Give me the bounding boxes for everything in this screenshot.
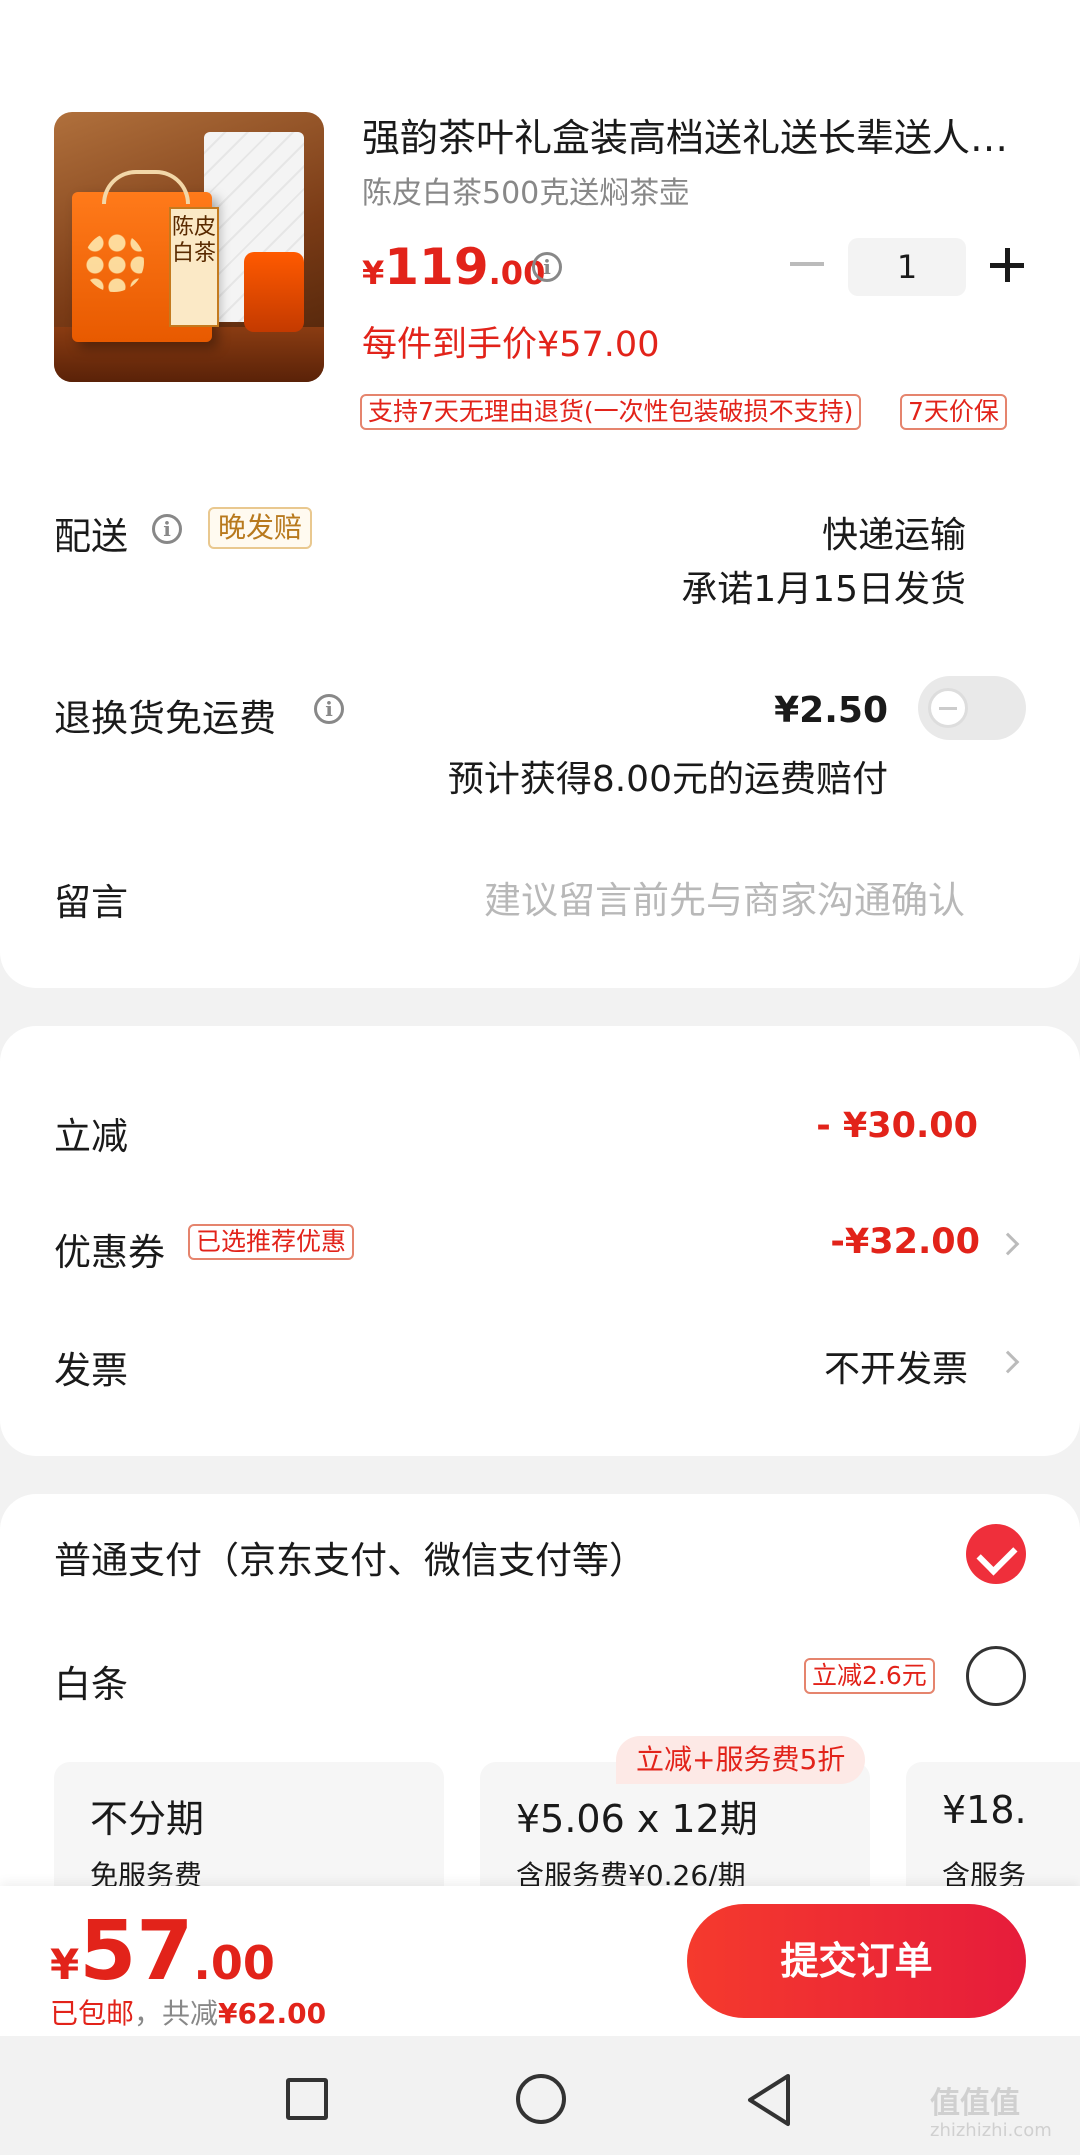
unit-price: 每件到手价¥57.00: [362, 325, 660, 365]
normal-payment-check-icon[interactable]: [966, 1524, 1026, 1584]
watermark-logo: 值值值: [930, 2086, 1020, 2121]
return-policy-tag: 支持7天无理由退货(一次性包装破损不支持): [360, 394, 862, 430]
return-shipping-toggle[interactable]: [918, 676, 1026, 740]
back-icon[interactable]: [744, 2072, 794, 2128]
coupon-amount[interactable]: -¥32.00: [830, 1222, 980, 1262]
message-input[interactable]: 建议留言前先与商家沟通确认: [484, 870, 965, 924]
baitiao-radio[interactable]: [966, 1646, 1026, 1706]
delivery-info-icon[interactable]: i: [152, 514, 182, 544]
saved-amount: ¥62.00: [218, 1997, 327, 2030]
baitiao-discount-badge: 立减2.6元: [804, 1658, 935, 1694]
instant-discount-label: 立减: [54, 1115, 128, 1158]
plan-main: ¥5.06 x 12期: [516, 1797, 758, 1841]
coupon-badge: 已选推荐优惠: [188, 1224, 355, 1260]
total-currency: ¥: [50, 1940, 80, 1989]
return-shipping-info-icon[interactable]: i: [314, 694, 344, 724]
return-shipping-price: ¥2.50: [774, 690, 888, 731]
late-delivery-badge: 晚发赔: [208, 507, 313, 549]
plan-promo-badge: 立减+服务费5折: [616, 1736, 866, 1784]
instant-discount-amount: - ¥30.00: [816, 1106, 978, 1146]
watermark-site: zhizhizhi.com: [930, 2120, 1052, 2141]
return-shipping-label: 退换货免运费: [54, 697, 276, 740]
home-icon[interactable]: [516, 2074, 566, 2124]
summary-separator: ，: [134, 1997, 163, 2030]
price-protect-tag: 7天价保: [900, 394, 1007, 430]
submit-order-button[interactable]: 提交订单: [687, 1904, 1026, 2018]
coupon-label[interactable]: 优惠券: [54, 1222, 165, 1276]
delivery-promise: 承诺1月15日发货: [681, 569, 966, 610]
recent-apps-icon[interactable]: [286, 2078, 328, 2120]
toggle-knob: [928, 688, 968, 728]
image-label: 陈皮白茶: [169, 207, 219, 327]
total-integer: 57: [79, 1904, 194, 1999]
baitiao-label[interactable]: 白条: [54, 1654, 128, 1708]
delivery-method[interactable]: 快递运输: [822, 506, 966, 558]
total-price: ¥57.00: [50, 1904, 275, 1999]
price-info-icon[interactable]: i: [532, 252, 562, 282]
product-subtitle: 陈皮白茶500克送焖茶壶: [362, 176, 690, 211]
price-integer: 119: [384, 238, 489, 296]
plan-main: 不分期: [90, 1797, 205, 1841]
message-label: 留言: [54, 881, 128, 924]
saved-label: 共减: [162, 1997, 219, 2030]
image-jar: [244, 252, 304, 332]
delivery-label: 配送: [54, 515, 128, 558]
shipping-note: 已包邮: [50, 1997, 135, 2030]
product-price: ¥119.00: [362, 238, 545, 296]
product-image[interactable]: 陈皮白茶: [54, 112, 324, 382]
quantity-minus-button[interactable]: [790, 262, 824, 266]
quantity-input[interactable]: 1: [848, 238, 966, 296]
product-title[interactable]: 强韵茶叶礼盒装高档送礼送长辈送人…: [362, 114, 1032, 162]
normal-payment-label[interactable]: 普通支付（京东支付、微信支付等）: [54, 1530, 646, 1584]
price-currency: ¥: [362, 254, 385, 292]
total-summary[interactable]: 已包邮，共减¥62.00: [50, 1992, 326, 2032]
return-shipping-note: 预计获得8.00元的运费赔付: [447, 759, 888, 800]
quantity-plus-button[interactable]: [990, 248, 1024, 282]
total-decimal: .00: [193, 1936, 275, 1990]
invoice-value[interactable]: 不开发票: [824, 1340, 968, 1392]
invoice-label[interactable]: 发票: [54, 1340, 128, 1394]
plan-main: ¥18.: [942, 1788, 1027, 1832]
